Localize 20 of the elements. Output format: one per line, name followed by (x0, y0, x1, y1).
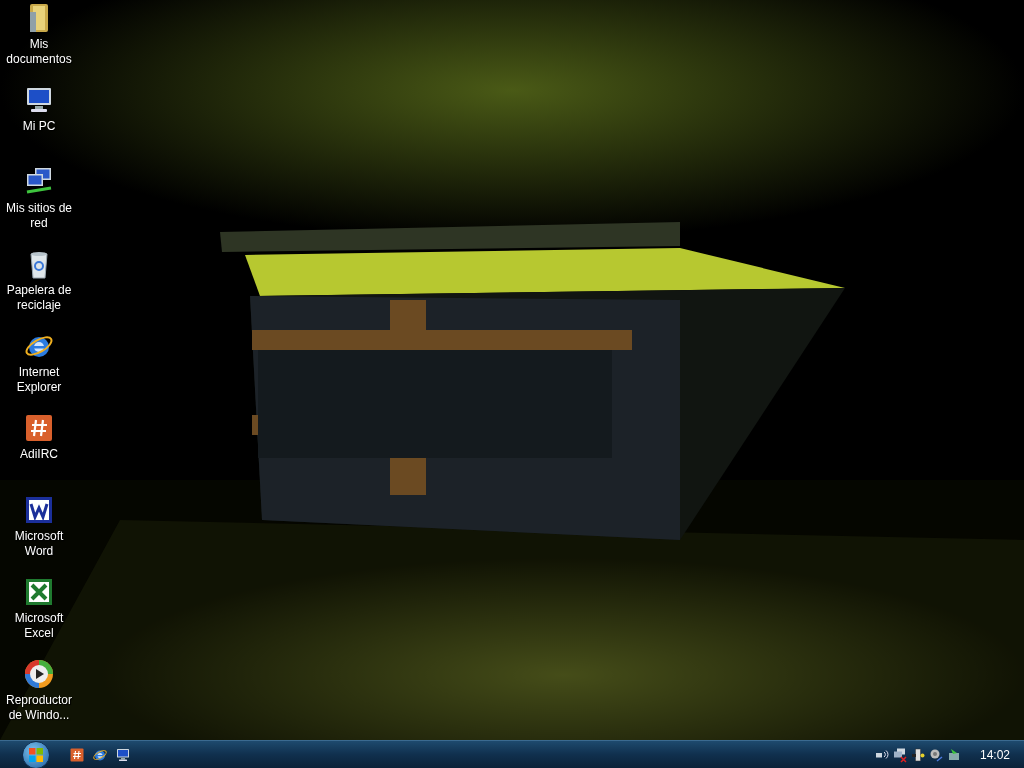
icon-label[interactable]: Microsoft Excel (0, 611, 78, 641)
icon-label[interactable]: Internet Explorer (0, 365, 78, 395)
windows-logo-icon (28, 746, 44, 763)
start-button[interactable] (22, 740, 50, 768)
icon-label[interactable]: Mis documentos (0, 37, 78, 67)
play-icon[interactable] (23, 658, 55, 690)
icon-label[interactable]: Papelera de reciclaje (0, 283, 78, 313)
hash-icon[interactable] (23, 412, 55, 444)
network-error-icon[interactable] (891, 746, 908, 763)
icon-label[interactable]: AdiIRC (0, 447, 78, 462)
monitor-icon[interactable] (115, 746, 131, 763)
document-icon[interactable] (23, 494, 55, 526)
icon-label[interactable]: Mis sitios de red (0, 201, 78, 231)
usb-icon[interactable] (909, 746, 926, 763)
icon-label[interactable]: Reproductor de Windo... (0, 693, 78, 723)
spreadsheet-icon[interactable] (23, 576, 55, 608)
clock[interactable]: 14:02 (979, 745, 1010, 764)
icon-label[interactable]: Mi PC (0, 119, 78, 134)
hash-icon[interactable] (69, 746, 85, 763)
icon-label[interactable]: Microsoft Word (0, 529, 78, 559)
